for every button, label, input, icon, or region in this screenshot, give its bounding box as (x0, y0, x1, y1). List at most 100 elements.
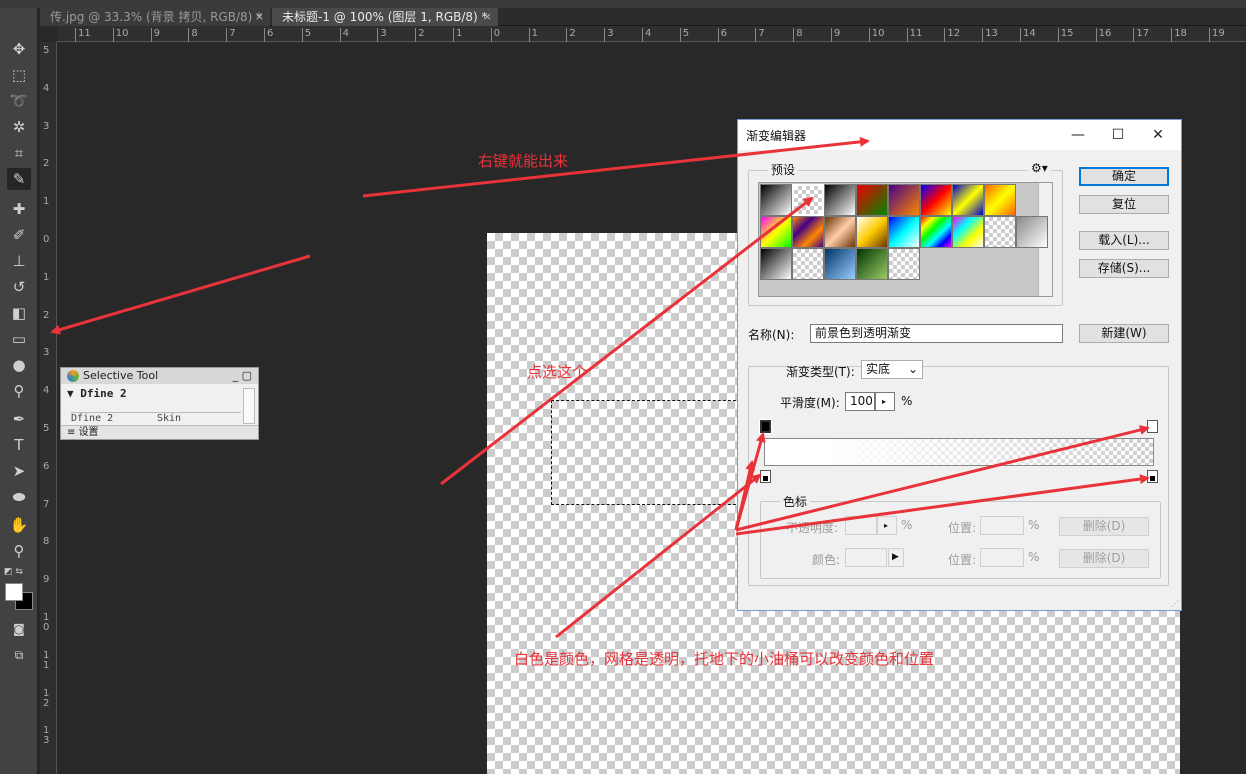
brush-icon[interactable]: ✐ (7, 224, 31, 246)
ruler-tick: 8 (43, 536, 50, 548)
preset-blue[interactable] (824, 248, 856, 280)
reset-button[interactable]: 复位 (1079, 195, 1169, 214)
delete-color-stop-button[interactable]: 删除(D) (1059, 549, 1149, 568)
foreground-color-swatch[interactable] (5, 583, 23, 601)
preset-spectrum-2[interactable] (920, 216, 952, 248)
zoom-icon[interactable]: ⚲ (7, 540, 31, 562)
ruler-tick: 7 (226, 28, 236, 42)
maximize-icon[interactable]: ☐ (1103, 124, 1133, 146)
new-button[interactable]: 新建(W) (1079, 324, 1169, 343)
preset-transparent-3[interactable] (792, 248, 824, 280)
panel-controls[interactable]: _ ▢ (233, 368, 252, 384)
close-icon[interactable]: ✕ (1143, 124, 1173, 146)
stamp-icon[interactable]: ⊥ (7, 250, 31, 272)
smoothness-field[interactable]: 100 (845, 392, 875, 411)
preset-spectrum-3[interactable] (952, 216, 984, 248)
ok-button[interactable]: 确定 (1079, 167, 1169, 186)
gradient-type-select[interactable]: 实底 ⌄ (861, 360, 923, 379)
ruler-tick: 4 (642, 28, 651, 42)
presets-label: 预设 (768, 161, 799, 178)
color-stop-left[interactable] (760, 470, 771, 483)
dialog-titlebar[interactable]: 渐变编辑器 — ☐ ✕ (738, 120, 1181, 150)
magic-wand-icon[interactable]: ✲ (7, 116, 31, 138)
shape-icon[interactable]: ⬬ (7, 486, 31, 508)
preset-rainbow-transparent[interactable] (888, 248, 920, 280)
gradient-type-label: 渐变类型(T): (786, 365, 855, 379)
screen-mode-icon[interactable]: ⧉ (7, 644, 31, 666)
history-brush-icon[interactable]: ↺ (7, 276, 31, 298)
preset-black-white[interactable] (824, 184, 856, 216)
pen-icon[interactable]: ✒ (7, 408, 31, 430)
color-arrow-icon[interactable]: ▶ (888, 548, 904, 567)
opacity-stop-right[interactable] (1147, 420, 1158, 433)
gradient-preview-bar[interactable] (764, 438, 1154, 466)
swap-colors-icon[interactable]: ◩ ⇆ (4, 567, 34, 579)
opacity-label: 不透明度: (786, 521, 839, 535)
load-button[interactable]: 载入(L)... (1079, 231, 1169, 250)
preset-stripes[interactable] (792, 216, 824, 248)
eraser-icon[interactable]: ◧ (7, 302, 31, 324)
tab-document-2[interactable]: 未标题-1 @ 100% (图层 1, RGB/8) * × (272, 8, 498, 26)
color-stop-right[interactable] (1147, 470, 1158, 483)
tab-close-icon[interactable]: × (483, 8, 492, 26)
panel-scrollbar[interactable] (243, 388, 255, 424)
settings-button[interactable]: ≡ 设置 (61, 425, 258, 439)
color-location-field[interactable] (980, 548, 1024, 567)
color-label: 颜色: (812, 553, 841, 567)
blur-icon[interactable]: ● (7, 354, 31, 376)
opacity-stepper-icon[interactable]: ▸ (877, 516, 897, 535)
tab-close-icon[interactable]: × (255, 8, 264, 26)
settings-label: 设置 (78, 427, 99, 438)
preset-chrome[interactable] (856, 216, 888, 248)
preset-transparent-2[interactable] (1016, 216, 1048, 248)
marquee-icon[interactable]: ⬚ (7, 64, 31, 86)
preset-spectrum-1[interactable] (888, 216, 920, 248)
preset-copper[interactable] (824, 216, 856, 248)
preset-neutral[interactable] (760, 248, 792, 280)
preset-transparent-1[interactable] (984, 216, 1016, 248)
name-label: 名称(N): (748, 328, 795, 342)
smoothness-stepper-icon[interactable]: ▸ (875, 392, 895, 411)
lasso-icon[interactable]: ➰ (7, 90, 31, 112)
crop-icon[interactable]: ⌗ (7, 142, 31, 164)
plugin-list[interactable]: Dfine 2 Skin (71, 412, 241, 424)
quick-mask-icon[interactable]: ◙ (7, 618, 31, 640)
name-field[interactable]: 前景色到透明渐变 (810, 324, 1063, 343)
ruler-tick: 4 (339, 28, 349, 42)
preset-red-green[interactable] (856, 184, 888, 216)
move-icon[interactable]: ✥ (7, 38, 31, 60)
panel-titlebar[interactable]: Selective Tool _ ▢ (61, 368, 258, 384)
minimize-icon[interactable]: — (1063, 124, 1093, 146)
healing-icon[interactable]: ✚ (7, 198, 31, 220)
preset-orange-yellow[interactable] (984, 184, 1016, 216)
preset-blue-red-yellow[interactable] (920, 184, 952, 216)
text-icon[interactable]: T (7, 434, 31, 456)
plugin-header[interactable]: ▼ Dfine 2 (61, 384, 258, 400)
ruler-tick: 2 (415, 28, 425, 42)
opacity-stop-left[interactable] (759, 419, 772, 434)
ruler-tick: 1 (528, 28, 538, 42)
path-select-icon[interactable]: ➤ (7, 460, 31, 482)
opacity-location-field[interactable] (980, 516, 1024, 535)
arrow-to-gradient-tool (50, 254, 311, 335)
preset-violet-orange[interactable] (888, 184, 920, 216)
dodge-icon[interactable]: ⚲ (7, 380, 31, 402)
preset-violet-green[interactable] (760, 216, 792, 248)
ruler-tick: 4 (43, 82, 50, 94)
opacity-field[interactable] (845, 516, 877, 535)
ruler-tick: 8 (793, 28, 803, 42)
tab-document-1[interactable]: 传.jpg @ 33.3% (背景 拷贝, RGB/8) * × (40, 8, 270, 26)
delete-opacity-stop-button[interactable]: 删除(D) (1059, 517, 1149, 536)
color-field[interactable] (845, 548, 887, 567)
gradient-icon[interactable]: ▭ (7, 328, 31, 350)
preset-fg-transparent[interactable] (792, 184, 824, 216)
preset-green[interactable] (856, 248, 888, 280)
opacity-location-percent: % (1028, 518, 1040, 532)
hand-icon[interactable]: ✋ (7, 514, 31, 536)
resize-grip-icon[interactable]: ⋰ (1171, 599, 1179, 608)
presets-gear-icon[interactable]: ⚙▾ (1028, 161, 1051, 175)
eyedropper-icon[interactable]: ✎ (7, 168, 31, 190)
preset-blue-yellow-blue[interactable] (952, 184, 984, 216)
save-button[interactable]: 存储(S)... (1079, 259, 1169, 278)
preset-fg-bg[interactable] (760, 184, 792, 216)
